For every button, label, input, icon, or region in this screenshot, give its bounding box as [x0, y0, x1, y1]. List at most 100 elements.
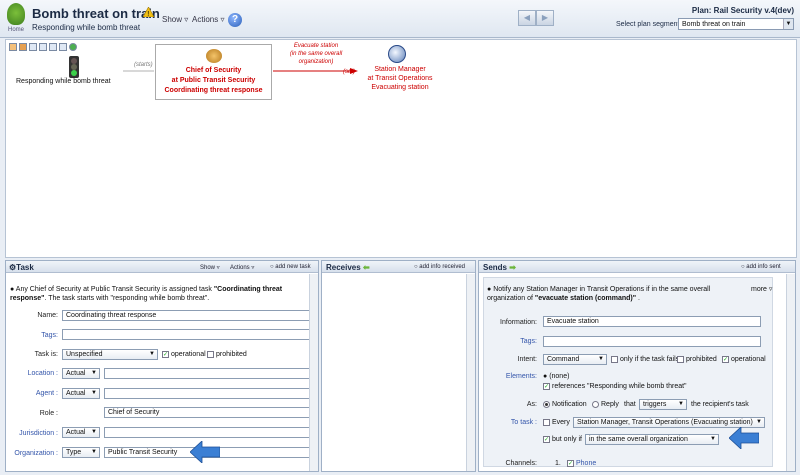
jurisdiction-label[interactable]: Jurisdiction : — [6, 430, 58, 437]
flow-canvas[interactable]: Responding while bomb threat (starts) Ch… — [5, 39, 797, 258]
task-actions-menu[interactable]: Actions ▿ — [230, 264, 254, 271]
segment-select[interactable]: Bomb threat on train ▼ — [678, 18, 794, 30]
arrow-left-icon — [190, 441, 220, 463]
receives-panel-header: Receives ⬅ ○ add info received — [322, 261, 475, 273]
home-label: Home — [7, 27, 24, 33]
agent-field[interactable] — [104, 388, 310, 399]
send-prohibited-label: prohibited — [686, 356, 717, 363]
reply-label: Reply — [601, 401, 619, 408]
location-label[interactable]: Location : — [6, 370, 58, 377]
every-checkbox[interactable] — [543, 419, 550, 426]
task-scrollbar[interactable] — [309, 274, 318, 471]
jurisdiction-select[interactable]: Actual ▼ — [62, 427, 100, 438]
tags-label[interactable]: Tags: — [6, 332, 58, 339]
segment-value: Bomb threat on train — [682, 21, 746, 28]
sm-role: Station Manager — [374, 66, 426, 73]
sends-summary: ● Notify any Station Manager in Transit … — [487, 286, 711, 302]
show-label: Show — [162, 15, 183, 24]
references-checkbox[interactable]: ✓ — [543, 383, 550, 390]
chief-org: at Public Transit Security — [171, 77, 256, 84]
task-is-select[interactable]: Unspecified ▼ — [62, 349, 158, 360]
page-title: Bomb threat on train — [32, 6, 160, 21]
add-new-task-link[interactable]: ○ add new task — [270, 264, 311, 270]
arrow-right-icon: ▶ — [541, 13, 549, 22]
chief-task-node[interactable]: Chief of Security at Public Transit Secu… — [155, 44, 272, 100]
flow-label[interactable]: Evacuate station (in the same overall or… — [276, 42, 356, 66]
segment-label: Select plan segment: — [616, 21, 682, 28]
send-tags-label[interactable]: Tags: — [479, 338, 537, 345]
chevron-down-icon: ▿ — [220, 15, 225, 24]
sm-org: at Transit Operations — [367, 75, 433, 82]
actions-label: Actions — [192, 15, 219, 24]
to-task-label[interactable]: To task : — [479, 419, 537, 426]
help-icon[interactable]: ? — [228, 13, 242, 27]
task-panel-title: ⚙Task — [9, 263, 34, 272]
svg-text:!: ! — [147, 11, 149, 17]
chevron-down-icon: ▿ — [184, 15, 189, 24]
more-menu[interactable]: more ▿ — [751, 285, 772, 293]
send-tags-field[interactable] — [543, 336, 761, 347]
location-select[interactable]: Actual ▼ — [62, 368, 100, 379]
agent-label[interactable]: Agent : — [6, 390, 58, 397]
back-button[interactable]: ◀ — [518, 10, 536, 26]
send-prohibited-checkbox[interactable] — [677, 356, 684, 363]
sends-panel: Sends ➡ ○ add info sent ● Notify any Sta… — [478, 260, 796, 472]
arrow-right-icon: ➡ — [509, 263, 516, 272]
chief-role: Chief of Security — [185, 67, 242, 74]
tags-field[interactable] — [62, 329, 310, 340]
only-if-fails-label: only if the task fails — [620, 356, 680, 363]
condition-select[interactable]: in the same overall organization ▼ — [585, 434, 719, 445]
notification-radio[interactable] — [543, 401, 550, 408]
elements-label[interactable]: Elements: — [479, 373, 537, 380]
triggers-select[interactable]: triggers ▼ — [639, 399, 687, 410]
home-button[interactable]: Home — [4, 3, 28, 35]
plus-circle-icon: ○ — [741, 264, 745, 270]
role-label: Role : — [39, 410, 58, 417]
prohibited-checkbox[interactable] — [207, 351, 214, 358]
operational-checkbox[interactable]: ✓ — [162, 351, 169, 358]
receives-scrollbar[interactable] — [466, 274, 475, 471]
agent-select[interactable]: Actual ▼ — [62, 388, 100, 399]
information-field[interactable]: Evacuate station — [543, 316, 761, 327]
satisfies-label: (sat) — [343, 69, 355, 75]
but-only-if-checkbox[interactable]: ✓ — [543, 436, 550, 443]
every-label: Every — [552, 419, 570, 426]
chevron-down-icon: ▼ — [149, 351, 155, 357]
only-if-fails-checkbox[interactable] — [611, 356, 618, 363]
intent-select[interactable]: Command ▼ — [543, 354, 607, 365]
organization-select[interactable]: Type ▼ — [62, 447, 100, 458]
add-info-sent-link[interactable]: ○ add info sent — [741, 264, 781, 270]
name-field[interactable]: Coordinating threat response — [62, 310, 310, 321]
add-info-received-link[interactable]: ○ add info received — [414, 264, 465, 270]
task-is-label: Task is: — [34, 351, 58, 358]
jurisdiction-field[interactable] — [104, 427, 310, 438]
as-label: As: — [526, 401, 537, 408]
transit-agency-icon — [388, 45, 406, 63]
organization-label[interactable]: Organization : — [6, 450, 58, 457]
reply-radio[interactable] — [592, 401, 599, 408]
plus-circle-icon: ○ — [414, 264, 418, 270]
phone-checkbox[interactable]: ✓ — [567, 460, 574, 467]
sends-panel-header: Sends ➡ ○ add info sent — [479, 261, 795, 273]
forward-button[interactable]: ▶ — [536, 10, 554, 26]
sends-scrollbar[interactable] — [786, 274, 795, 471]
elements-none: ● (none) — [543, 373, 570, 380]
actions-menu[interactable]: Actions ▿ — [192, 15, 224, 24]
task-panel: ⚙Task Show ▿ Actions ▿ ○ add new task ● … — [5, 260, 319, 472]
plan-label: Plan: Rail Security v.4(dev) — [691, 6, 794, 15]
operational-label: operational — [171, 351, 206, 358]
role-field[interactable]: Chief of Security — [104, 407, 310, 418]
home-logo-icon — [7, 3, 25, 25]
show-menu[interactable]: Show ▿ — [162, 15, 188, 24]
sends-title: Sends ➡ — [483, 263, 516, 272]
header-bar: Home Bomb threat on train ! Responding w… — [0, 0, 800, 38]
phone-label[interactable]: Phone — [576, 460, 596, 467]
task-panel-header: ⚙Task Show ▿ Actions ▿ ○ add new task — [6, 261, 318, 273]
arrow-left-icon: ◀ — [523, 13, 531, 22]
sm-task: Evacuating station — [371, 84, 429, 91]
task-show-menu[interactable]: Show ▿ — [200, 264, 220, 271]
arrow-left-icon: ⬅ — [362, 263, 370, 272]
arrow-left-icon — [729, 427, 759, 449]
send-operational-checkbox[interactable]: ✓ — [722, 356, 729, 363]
location-field[interactable] — [104, 368, 310, 379]
